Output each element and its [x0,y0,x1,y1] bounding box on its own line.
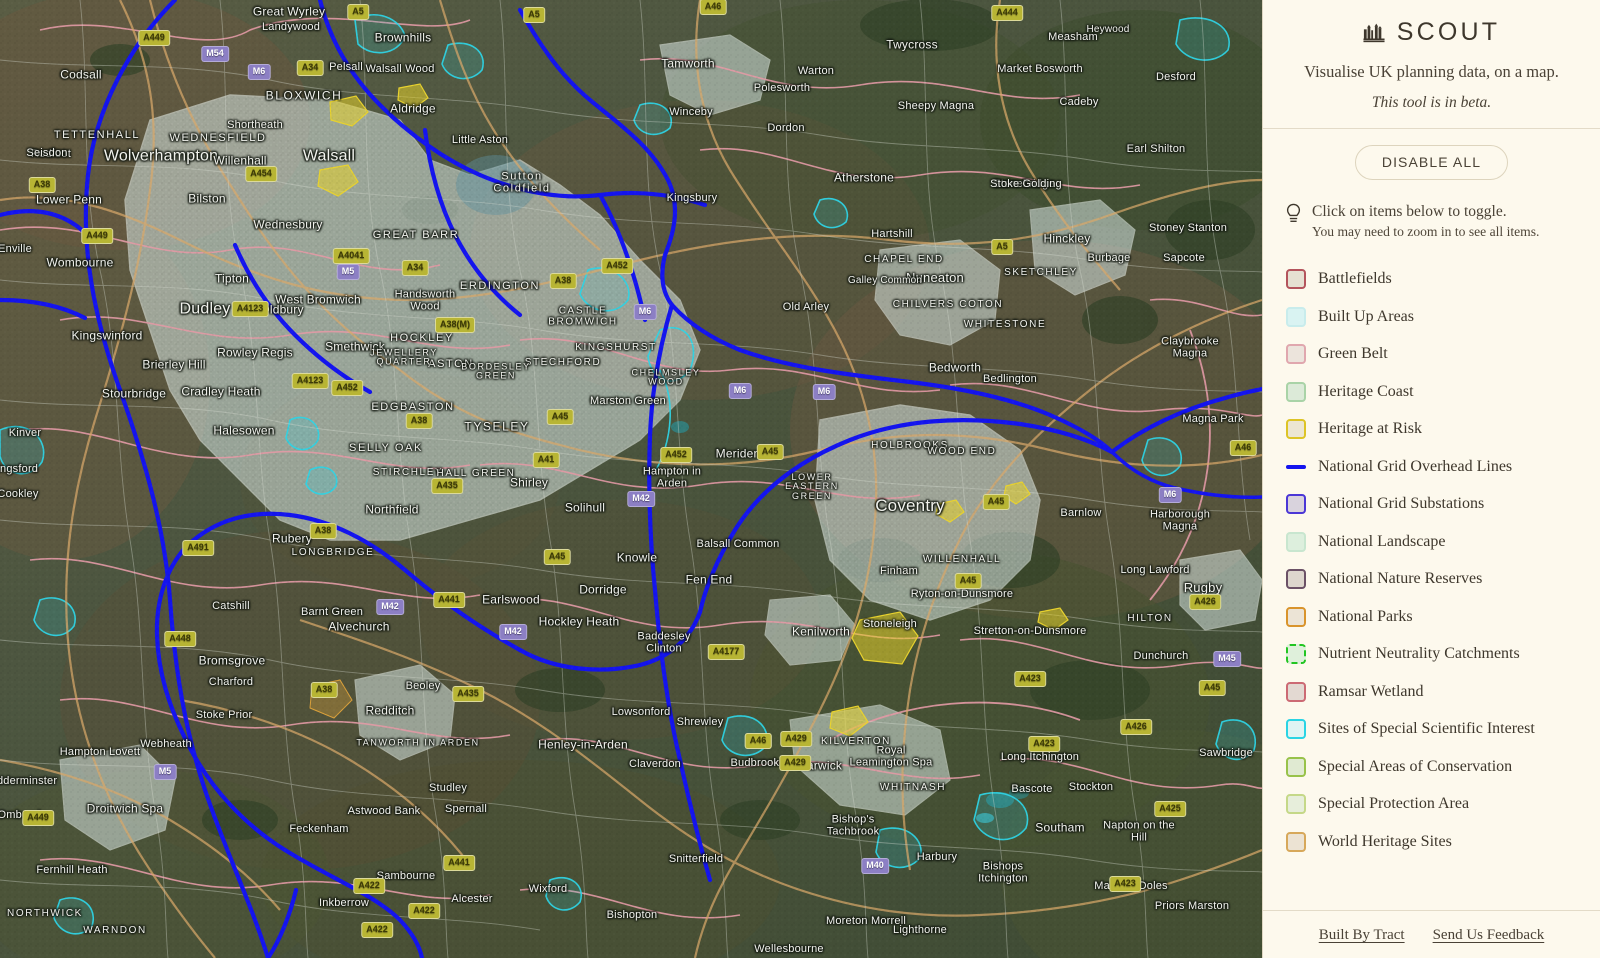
legend-swatch-wrap [1285,568,1307,590]
legend-item-label: Heritage Coast [1318,382,1414,400]
legend-item-label: National Landscape [1318,532,1446,550]
legend-item-label: World Heritage Sites [1318,832,1452,850]
legend-item-label: Special Protection Area [1318,795,1470,813]
legend-list[interactable]: Battlefields Built Up Areas Green Belt Heri… [1263,246,1600,910]
sidebar-header: SCOUT Visualise UK planning data, on a m… [1263,0,1600,128]
built-by-tract-link[interactable]: Built By Tract [1319,927,1405,944]
legend-item-label: National Nature Reserves [1318,570,1483,588]
legend-item-national-parks[interactable]: National Parks [1285,598,1578,636]
app-root: Great Wyrley Landywood Brownhills Twycross P… [0,0,1600,958]
legend-item-label: National Grid Overhead Lines [1318,457,1513,475]
legend-item-built-up-areas[interactable]: Built Up Areas [1285,298,1578,336]
hint-text: Click on items below to toggle. You may … [1312,202,1539,240]
legend-box-swatch [1286,344,1306,365]
legend-swatch-wrap [1285,418,1307,440]
legend-box-swatch [1286,644,1306,665]
tagline: Visualise UK planning data, on a map. [1304,62,1559,81]
legend-box-swatch [1286,756,1306,777]
legend-box-swatch [1286,681,1306,702]
legend-swatch-wrap [1285,606,1307,628]
legend-item-national-grid-overhead-lines[interactable]: National Grid Overhead Lines [1285,448,1578,486]
legend-swatch-wrap [1285,681,1307,703]
legend-box-swatch [1286,719,1306,740]
legend-item-world-heritage-sites[interactable]: World Heritage Sites [1285,823,1578,861]
legend-item-label: Green Belt [1318,345,1388,363]
legend-box-swatch [1286,831,1306,852]
legend-swatch-wrap [1285,343,1307,365]
hint-main: Click on items below to toggle. [1312,203,1507,221]
sidebar-panel: SCOUT Visualise UK planning data, on a m… [1262,0,1600,958]
brand-title: SCOUT [1396,18,1501,46]
disable-all-button[interactable]: DISABLE ALL [1354,145,1509,181]
map-canvas[interactable]: Great Wyrley Landywood Brownhills Twycross P… [0,0,1262,958]
legend-swatch-wrap [1285,643,1307,665]
legend-item-sites-of-special-scientific-interest[interactable]: Sites of Special Scientific Interest [1285,710,1578,748]
legend-box-swatch [1286,494,1306,515]
legend-box-swatch [1286,269,1306,290]
legend-item-battlefields[interactable]: Battlefields [1285,260,1578,298]
legend-line-swatch [1286,464,1306,469]
landmark-building-icon [1363,22,1385,44]
legend-swatch-wrap [1285,831,1307,853]
map-satellite-layer [0,0,1262,958]
legend-swatch-wrap [1285,493,1307,515]
lightbulb-icon [1285,202,1302,230]
legend-item-special-areas-of-conservation[interactable]: Special Areas of Conservation [1285,748,1578,786]
legend-swatch-wrap [1285,531,1307,553]
legend-item-heritage-at-risk[interactable]: Heritage at Risk [1285,410,1578,448]
legend-item-label: Battlefields [1318,270,1392,288]
legend-swatch-wrap [1285,306,1307,328]
sidebar-actions: DISABLE ALL [1263,129,1600,184]
legend-item-label: Heritage at Risk [1318,420,1422,438]
legend-box-swatch [1286,306,1306,327]
legend-item-label: National Grid Substations [1318,495,1485,513]
legend-swatch-wrap [1285,381,1307,403]
send-us-feedback-link[interactable]: Send Us Feedback [1433,927,1545,944]
legend-box-swatch [1286,419,1306,440]
legend-box-swatch [1286,381,1306,402]
legend-item-nutrient-neutrality-catchments[interactable]: Nutrient Neutrality Catchments [1285,635,1578,673]
legend-item-label: Special Areas of Conservation [1318,757,1513,775]
legend-item-heritage-coast[interactable]: Heritage Coast [1285,373,1578,411]
legend-box-swatch [1286,531,1306,552]
legend-item-national-nature-reserves[interactable]: National Nature Reserves [1285,560,1578,598]
legend-item-label: Sites of Special Scientific Interest [1318,720,1535,738]
beta-note: This tool is in beta. [1371,94,1492,112]
legend-item-ramsar-wetland[interactable]: Ramsar Wetland [1285,673,1578,711]
legend-item-label: Nutrient Neutrality Catchments [1318,645,1520,663]
legend-box-swatch [1286,606,1306,627]
legend-item-special-protection-area[interactable]: Special Protection Area [1285,785,1578,823]
legend-swatch-wrap [1285,268,1307,290]
legend-swatch-wrap [1285,793,1307,815]
legend-item-national-grid-substations[interactable]: National Grid Substations [1285,485,1578,523]
sidebar-footer: Built By Tract Send Us Feedback [1263,910,1600,958]
legend-item-label: National Parks [1318,607,1413,625]
legend-item-label: Built Up Areas [1318,307,1414,325]
brand: SCOUT [1283,18,1580,47]
legend-box-swatch [1286,794,1306,815]
legend-swatch-wrap [1285,718,1307,740]
legend-item-label: Ramsar Wetland [1318,682,1424,700]
map-pane[interactable]: Great Wyrley Landywood Brownhills Twycross P… [0,0,1262,958]
legend-item-green-belt[interactable]: Green Belt [1285,335,1578,373]
hint-block: Click on items below to toggle. You may … [1263,184,1600,246]
legend-swatch-wrap [1285,756,1307,778]
legend-item-national-landscape[interactable]: National Landscape [1285,523,1578,561]
legend-swatch-wrap [1285,456,1307,478]
hint-sub: You may need to zoom in to see all items… [1312,223,1540,239]
legend-box-swatch [1286,569,1306,590]
